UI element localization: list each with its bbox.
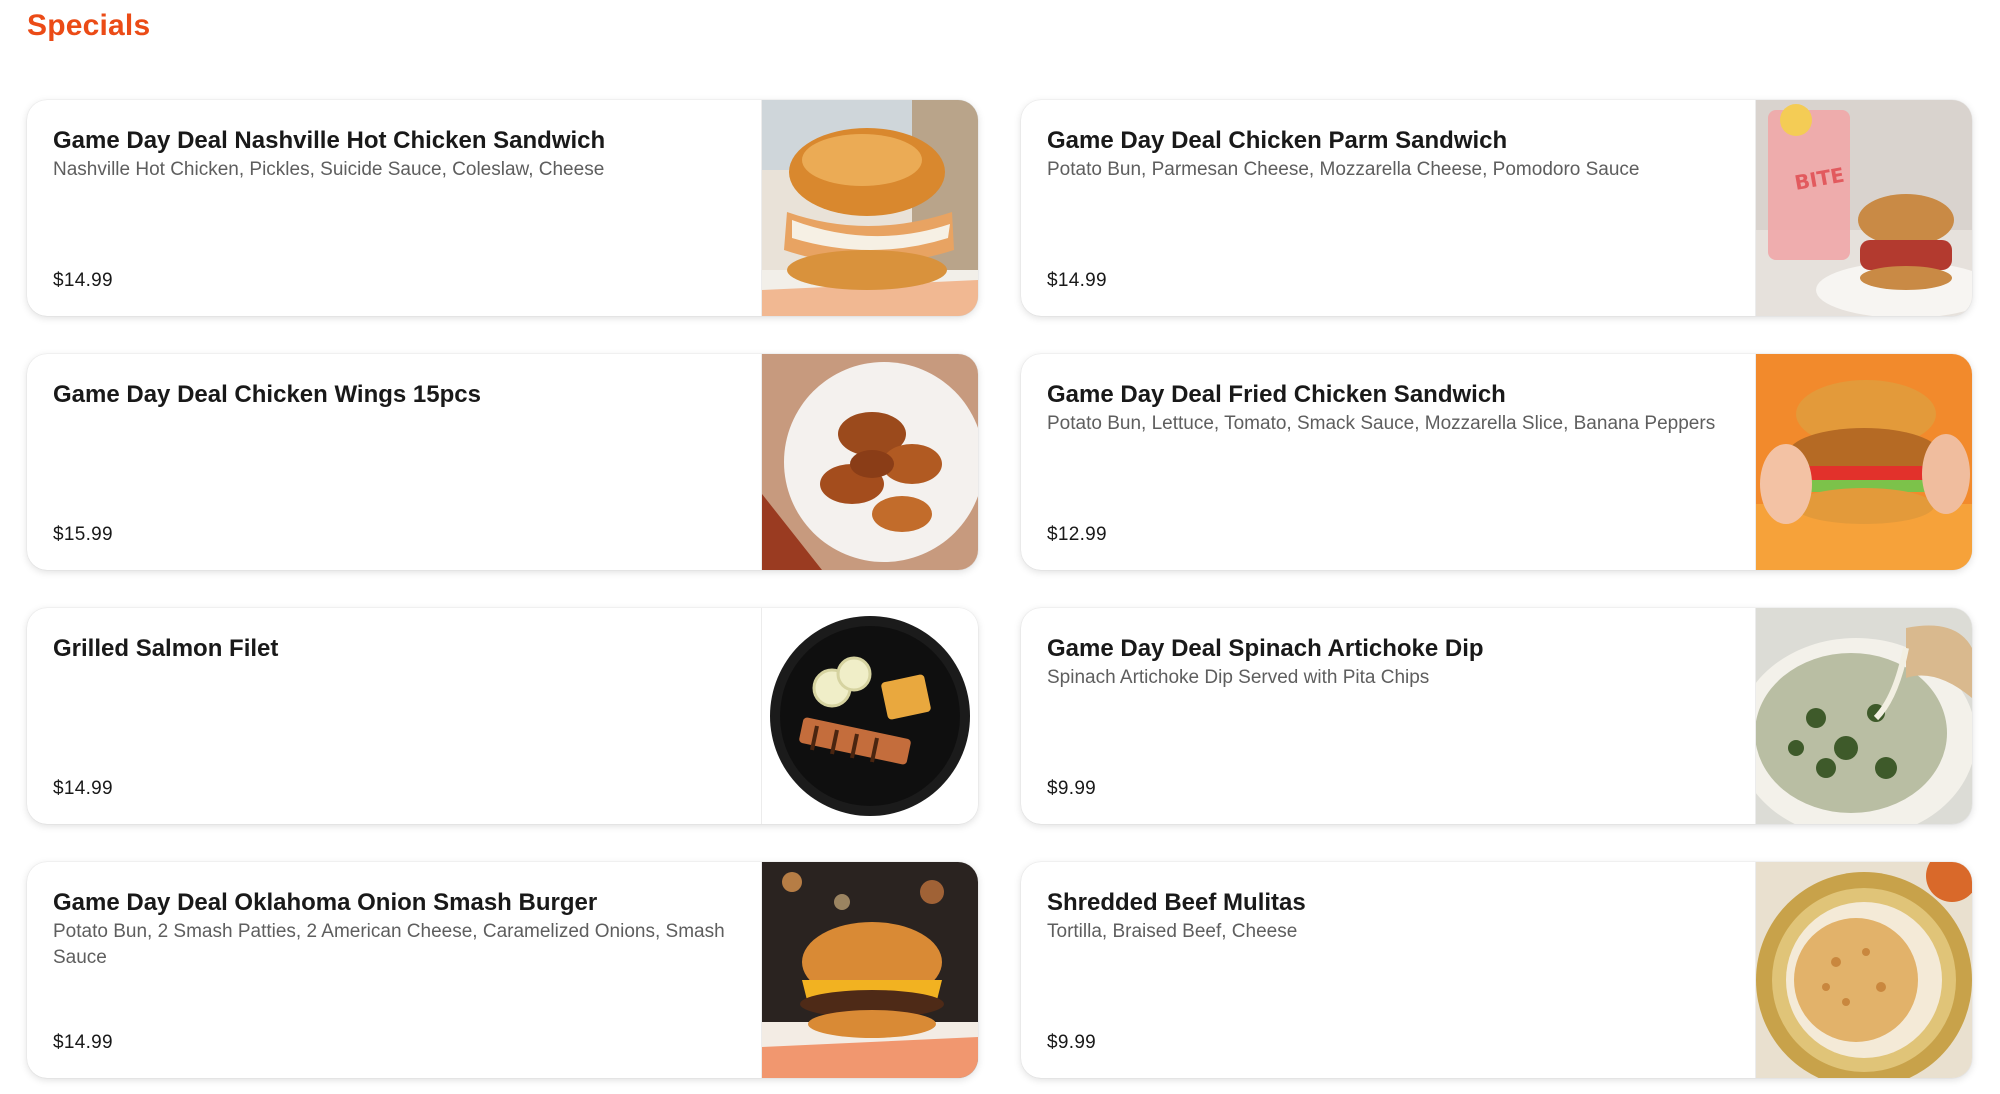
menu-item-card[interactable]: Game Day Deal Fried Chicken Sandwich Pot… xyxy=(1021,354,1972,570)
menu-item-text: Grilled Salmon Filet $14.99 xyxy=(27,608,761,824)
chicken-sandwich-photo xyxy=(761,100,978,316)
menu-item-price: $14.99 xyxy=(1047,270,1107,291)
menu-item-price: $9.99 xyxy=(1047,1032,1097,1053)
salmon-plate-photo xyxy=(761,608,978,824)
menu-item-description: Tortilla, Braised Beef, Cheese xyxy=(1047,921,1298,942)
menu-item-text: Game Day Deal Chicken Wings 15pcs $15.99 xyxy=(27,354,761,570)
menu-item-name: Game Day Deal Chicken Parm Sandwich xyxy=(1047,127,1508,154)
smash-burger-photo xyxy=(761,862,978,1078)
menu-item-card[interactable]: Game Day Deal Spinach Artichoke Dip Spin… xyxy=(1021,608,1972,824)
menu-item-price: $9.99 xyxy=(1047,778,1097,799)
menu-item-name: Game Day Deal Chicken Wings 15pcs xyxy=(53,381,481,408)
menu-item-text: Shredded Beef Mulitas Tortilla, Braised … xyxy=(1021,862,1755,1078)
menu-grid: Game Day Deal Nashville Hot Chicken Sand… xyxy=(27,100,1972,1078)
menu-item-description: Potato Bun, 2 Smash Patties, 2 American … xyxy=(53,921,725,968)
spinach-dip-photo xyxy=(1755,608,1972,824)
menu-item-description: Potato Bun, Parmesan Cheese, Mozzarella … xyxy=(1047,159,1640,180)
menu-item-name: Grilled Salmon Filet xyxy=(53,635,279,662)
menu-item-price: $14.99 xyxy=(53,778,113,799)
fried-chicken-sandwich-photo xyxy=(1755,354,1972,570)
menu-item-name: Game Day Deal Oklahoma Onion Smash Burge… xyxy=(53,889,598,916)
menu-item-card[interactable]: Game Day Deal Chicken Wings 15pcs $15.99 xyxy=(27,354,978,570)
menu-item-text: Game Day Deal Fried Chicken Sandwich Pot… xyxy=(1021,354,1755,570)
menu-item-card[interactable]: Game Day Deal Chicken Parm Sandwich Pota… xyxy=(1021,100,1972,316)
chicken-wings-photo xyxy=(761,354,978,570)
menu-item-price: $14.99 xyxy=(53,1032,113,1053)
menu-item-text: Game Day Deal Spinach Artichoke Dip Spin… xyxy=(1021,608,1755,824)
chicken-parm-photo: BITE xyxy=(1755,100,1972,316)
menu-item-card[interactable]: Shredded Beef Mulitas Tortilla, Braised … xyxy=(1021,862,1972,1078)
menu-item-description: Nashville Hot Chicken, Pickles, Suicide … xyxy=(53,159,605,180)
menu-item-text: Game Day Deal Nashville Hot Chicken Sand… xyxy=(27,100,761,316)
menu-item-price: $14.99 xyxy=(53,270,113,291)
menu-item-name: Game Day Deal Nashville Hot Chicken Sand… xyxy=(53,127,606,154)
menu-item-card[interactable]: Game Day Deal Nashville Hot Chicken Sand… xyxy=(27,100,978,316)
section-title: Specials xyxy=(27,9,151,42)
menu-item-price: $12.99 xyxy=(1047,524,1107,545)
menu-item-name: Game Day Deal Fried Chicken Sandwich xyxy=(1047,381,1506,408)
menu-item-card[interactable]: Grilled Salmon Filet $14.99 xyxy=(27,608,978,824)
menu-item-description: Spinach Artichoke Dip Served with Pita C… xyxy=(1047,667,1430,688)
mulitas-photo xyxy=(1755,862,1972,1078)
menu-item-text: Game Day Deal Oklahoma Onion Smash Burge… xyxy=(27,862,761,1078)
menu-item-name: Shredded Beef Mulitas xyxy=(1047,889,1306,916)
menu-item-text: Game Day Deal Chicken Parm Sandwich Pota… xyxy=(1021,100,1755,316)
menu-item-name: Game Day Deal Spinach Artichoke Dip xyxy=(1047,635,1484,662)
menu-item-price: $15.99 xyxy=(53,524,113,545)
menu-item-card[interactable]: Game Day Deal Oklahoma Onion Smash Burge… xyxy=(27,862,978,1078)
menu-item-description: Potato Bun, Lettuce, Tomato, Smack Sauce… xyxy=(1047,413,1716,434)
page: Specials Game Day Deal Nashville Hot Chi… xyxy=(0,0,2000,1094)
